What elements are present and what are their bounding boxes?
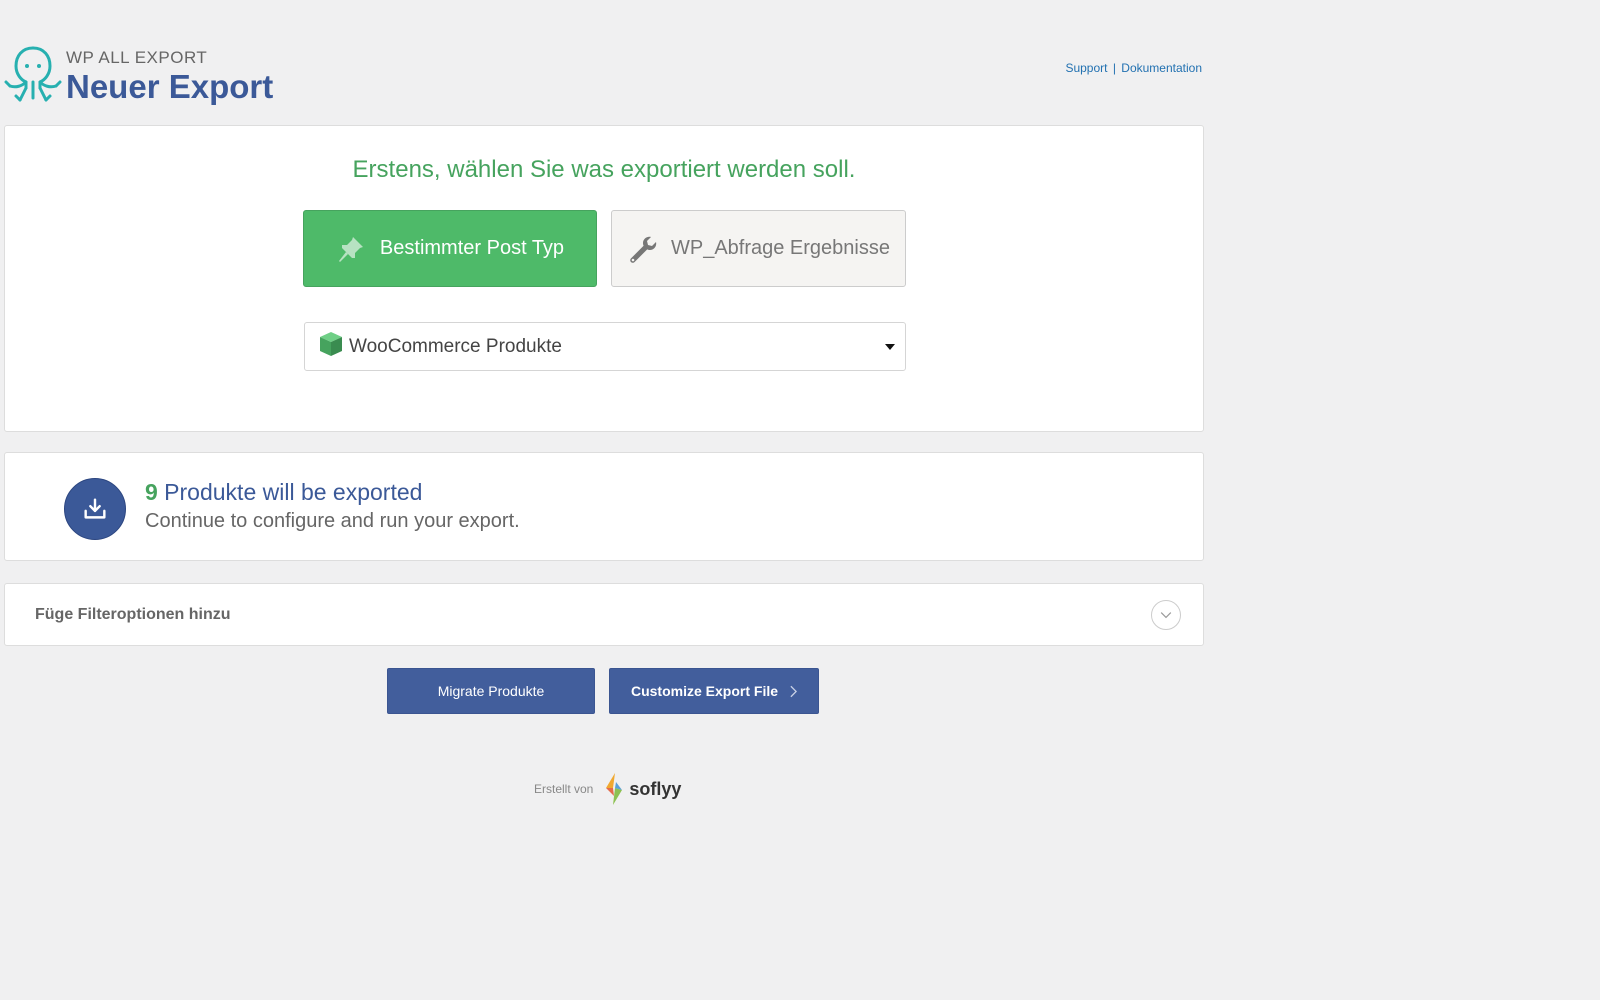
export-count-label: Produkte will be exported xyxy=(157,479,423,505)
specific-post-type-label: Bestimmter Post Typ xyxy=(379,237,565,259)
filter-options-label: Füge Filteroptionen hinzu xyxy=(35,606,231,623)
pin-icon xyxy=(336,234,366,264)
download-icon xyxy=(64,478,126,540)
link-separator: | xyxy=(1112,61,1116,75)
chevron-right-icon xyxy=(790,685,798,698)
post-type-select[interactable]: WooCommerce Produkte xyxy=(304,322,906,371)
brand-name: WP ALL EXPORT xyxy=(66,48,208,67)
export-summary-panel: 9 Produkte will be exported Continue to … xyxy=(4,452,1204,561)
footer: Erstellt von soflyy xyxy=(534,772,681,806)
customize-export-file-label: Customize Export File xyxy=(630,683,779,699)
wp-query-results-button[interactable]: WP_Abfrage Ergebnisse xyxy=(611,210,906,287)
specific-post-type-button[interactable]: Bestimmter Post Typ xyxy=(303,210,597,287)
chevron-down-icon xyxy=(1160,612,1172,619)
export-count: 9 xyxy=(145,479,158,505)
export-subtext: Continue to configure and run your expor… xyxy=(145,510,520,532)
choose-heading: Erstens, wählen Sie was exportiert werde… xyxy=(352,156,856,183)
export-type-panel: Erstens, wählen Sie was exportiert werde… xyxy=(4,125,1204,432)
page-header: WP ALL EXPORT Neuer Export Support | Dok… xyxy=(4,0,1202,120)
soflyy-logo-icon xyxy=(606,773,623,805)
dropdown-caret-icon xyxy=(885,344,895,350)
filter-options-panel[interactable]: Füge Filteroptionen hinzu xyxy=(4,583,1204,646)
wp-query-results-label: WP_Abfrage Ergebnisse xyxy=(670,237,890,259)
documentation-link[interactable]: Dokumentation xyxy=(1121,61,1202,75)
wrench-icon xyxy=(627,234,657,264)
expand-filter-button[interactable] xyxy=(1151,600,1181,630)
brand-block: WP ALL EXPORT Neuer Export xyxy=(66,48,273,106)
page-title: Neuer Export xyxy=(66,68,274,105)
post-type-selected-value: WooCommerce Produkte xyxy=(349,335,562,357)
migrate-products-button[interactable]: Migrate Produkte xyxy=(387,668,595,714)
export-page: WP ALL EXPORT Neuer Export Support | Dok… xyxy=(4,0,1204,805)
help-links: Support | Dokumentation xyxy=(1065,61,1202,75)
created-by-label: Erstellt von xyxy=(534,782,594,796)
octopus-logo-icon xyxy=(4,46,62,102)
customize-export-file-button[interactable]: Customize Export File xyxy=(609,668,819,714)
support-link[interactable]: Support xyxy=(1065,61,1107,75)
box-icon xyxy=(320,331,342,356)
soflyy-brand[interactable]: soflyy xyxy=(629,779,681,800)
export-count-text: 9 Produkte will be exported xyxy=(145,479,422,506)
